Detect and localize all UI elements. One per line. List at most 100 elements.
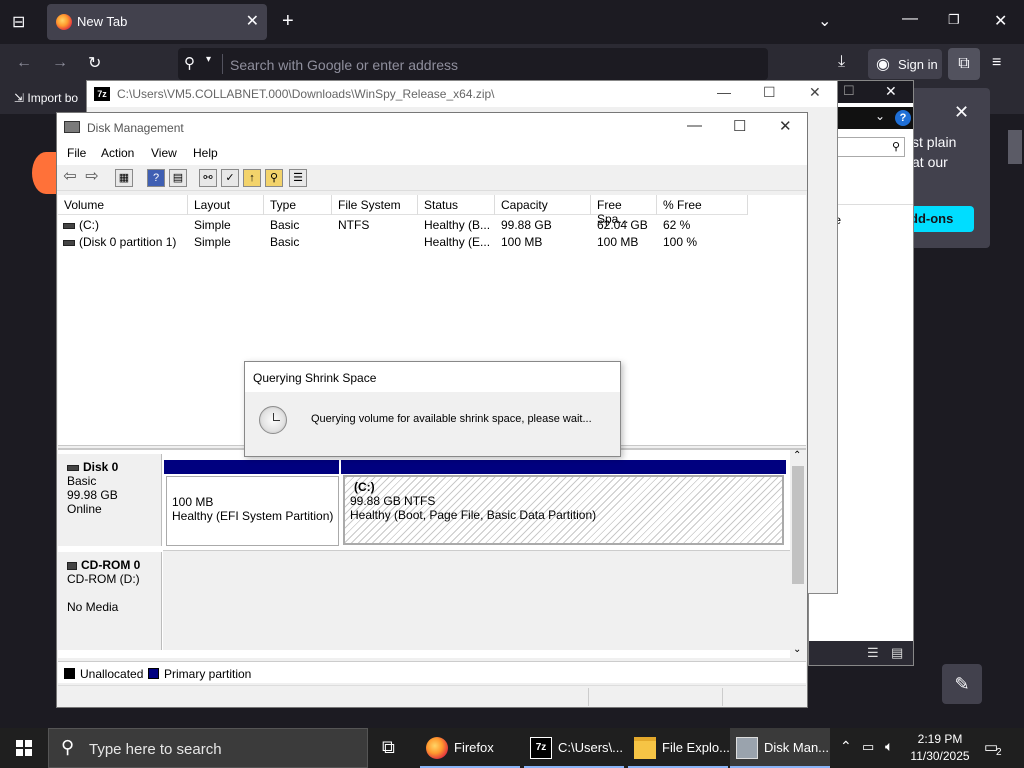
scroll-down-icon[interactable]: ⌄ [793, 644, 801, 655]
close-icon[interactable]: ✕ [779, 117, 792, 135]
scroll-thumb[interactable] [792, 466, 804, 584]
menu-help[interactable]: Help [193, 146, 218, 160]
menu-action[interactable]: Action [101, 146, 134, 160]
chevron-up-icon[interactable]: ⌃ [840, 738, 852, 768]
taskbar-clock[interactable]: 2:19 PM 11/30/2025 [908, 731, 972, 765]
taskbar-app-disk-management[interactable]: Disk Man... [730, 728, 830, 768]
taskbar-app-file-explorer[interactable]: File Explo... [628, 728, 730, 768]
list-view-icon[interactable]: ☰ [867, 645, 879, 661]
popup-close-icon[interactable]: ✕ [954, 102, 969, 123]
zip-maximize-icon[interactable]: ☐ [843, 83, 855, 99]
new-tab-icon[interactable]: + [282, 10, 294, 33]
querying-shrink-dialog: Querying Shrink Space Querying volume fo… [244, 361, 621, 457]
settings-list-icon[interactable]: ☰ [289, 169, 307, 187]
restore-icon[interactable]: ❐ [948, 12, 960, 28]
table-row[interactable]: (Disk 0 partition 1) Simple Basic Health… [58, 233, 806, 250]
efi-partition[interactable]: 100 MB Healthy (EFI System Partition) [166, 476, 339, 546]
forward-icon[interactable]: → [52, 54, 68, 72]
network-icon[interactable]: ▭ [862, 739, 874, 768]
col-percent-free[interactable]: % Free [657, 195, 748, 215]
status-cell: Healthy (E... [424, 235, 491, 249]
disk0-label[interactable]: Disk 0 Basic 99.98 GB Online [58, 454, 162, 546]
start-button[interactable] [0, 728, 48, 768]
legend-unallocated: Unallocated [80, 667, 144, 681]
dm-toolbar: ⇦ ⇨ ▦ ? ▤ ⚯ ✓ ↑ ⚲ ☰ [57, 165, 807, 191]
partition2-size: 99.88 GB NTFS [350, 494, 436, 508]
properties-icon[interactable]: ▤ [169, 169, 187, 187]
import-bookmarks-link[interactable]: ⇲ Import bo [14, 91, 78, 105]
legend-primary-swatch [148, 668, 159, 679]
menu-icon[interactable]: ≡ [992, 54, 1001, 72]
tab-new-tab[interactable]: New Tab ✕ [47, 4, 267, 40]
minimize-icon[interactable]: — [717, 84, 731, 100]
pct-cell: 100 % [663, 235, 698, 249]
disk0-state: Online [67, 502, 102, 516]
maximize-icon[interactable]: ☐ [763, 84, 776, 101]
tab-title: New Tab [77, 14, 128, 29]
forward-icon[interactable]: ⇨ [83, 169, 101, 187]
legend-unallocated-swatch [64, 668, 75, 679]
close-icon[interactable]: ✕ [809, 84, 821, 101]
back-icon[interactable]: ⇦ [61, 169, 79, 187]
clock-date: 11/30/2025 [910, 749, 970, 763]
partition2-status: Healthy (Boot, Page File, Basic Data Par… [350, 508, 597, 522]
col-capacity[interactable]: Capacity [495, 195, 591, 215]
taskbar-app-firefox[interactable]: Firefox [420, 728, 520, 768]
folder-search-icon[interactable]: ⚲ [265, 169, 283, 187]
search-icon: ⚲ [184, 55, 195, 72]
zip-close-icon[interactable]: ✕ [885, 83, 897, 100]
back-icon[interactable]: ← [16, 54, 32, 72]
chevron-down-icon[interactable]: ⌄ [875, 109, 885, 123]
url-bar[interactable]: ⚲ ▾ Search with Google or enter address [178, 48, 768, 80]
col-status[interactable]: Status [418, 195, 495, 215]
engine-chevron-icon[interactable]: ▾ [206, 54, 211, 65]
console-tree-icon[interactable]: ▦ [115, 169, 133, 187]
menu-view[interactable]: View [151, 146, 177, 160]
scroll-thumb[interactable] [1008, 130, 1022, 164]
tab-list-icon[interactable]: ⊟ [12, 12, 25, 32]
connect-icon[interactable]: ⚯ [199, 169, 217, 187]
taskbar-app-7zip[interactable]: 7z C:\Users\... [524, 728, 624, 768]
volume-cell: (Disk 0 partition 1) [63, 235, 176, 249]
check-icon[interactable]: ✓ [221, 169, 239, 187]
col-volume[interactable]: Volume [58, 195, 188, 215]
task-view-icon[interactable]: ⧉ [382, 737, 395, 758]
zip-search-box[interactable]: ⚲ [837, 137, 905, 157]
c-partition[interactable]: (C:) 99.88 GB NTFS Healthy (Boot, Page F… [343, 475, 784, 545]
col-free-space[interactable]: Free Spa... [591, 195, 657, 226]
edit-pencil-icon[interactable]: ✎ [942, 664, 982, 704]
minimize-icon[interactable]: — [902, 10, 918, 28]
tab-close-icon[interactable]: ✕ [246, 11, 259, 31]
maximize-icon[interactable]: ☐ [733, 117, 746, 135]
graph-scrollbar[interactable]: ⌃ ⌄ [790, 450, 806, 660]
extensions-icon[interactable]: ⧉ [948, 48, 980, 80]
legend-primary: Primary partition [164, 667, 252, 681]
download-icon[interactable]: ⤓ [838, 53, 845, 71]
table-row[interactable]: (C:) Simple Basic NTFS Healthy (B... 99.… [58, 216, 806, 233]
scroll-up-icon[interactable]: ⌃ [793, 450, 801, 461]
volume-cell: (C:) [63, 218, 99, 232]
close-icon[interactable]: ✕ [994, 11, 1007, 31]
help-icon[interactable]: ? [147, 169, 165, 187]
status-divider [722, 688, 723, 706]
sign-in-button[interactable]: ◉ Sign in [868, 49, 942, 79]
partition1-status: Healthy (EFI System Partition) [172, 509, 334, 523]
import-bookmarks-label: Import bo [27, 91, 79, 105]
firefox-scrollbar[interactable] [1006, 126, 1024, 728]
folder-up-icon[interactable]: ↑ [243, 169, 261, 187]
volume-muted-icon[interactable]: 🔈︎ [885, 738, 893, 768]
help-icon[interactable]: ? [895, 110, 911, 126]
minimize-icon[interactable]: — [687, 117, 702, 134]
reload-icon[interactable]: ↻ [88, 53, 101, 73]
col-type[interactable]: Type [264, 195, 332, 215]
capacity-cell: 99.88 GB [501, 218, 552, 232]
col-file-system[interactable]: File System [332, 195, 418, 215]
cdrom-label[interactable]: CD-ROM 0 CD-ROM (D:) No Media [58, 552, 162, 650]
detail-view-icon[interactable]: ▤ [891, 645, 903, 661]
taskbar: ⚲ Type here to search ⧉ Firefox 7z C:\Us… [0, 728, 1024, 768]
cdrom-drive: CD-ROM (D:) [67, 572, 140, 586]
taskbar-search[interactable]: ⚲ Type here to search [48, 728, 368, 768]
menu-file[interactable]: File [67, 146, 86, 160]
col-layout[interactable]: Layout [188, 195, 264, 215]
chevron-down-icon[interactable]: ⌄ [818, 11, 831, 31]
